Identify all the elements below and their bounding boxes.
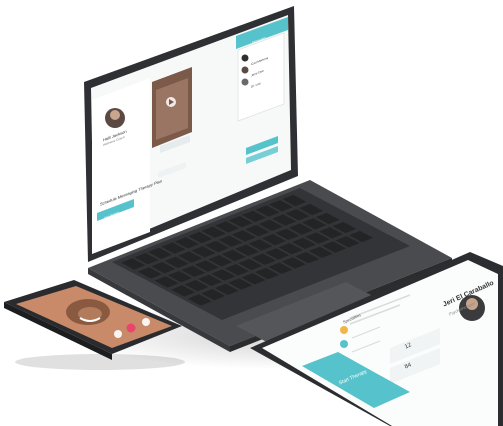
tablet — [250, 252, 503, 426]
phone — [4, 280, 185, 370]
end-call-icon — [126, 323, 136, 333]
mute-icon — [142, 318, 150, 326]
camera-icon — [114, 330, 122, 338]
